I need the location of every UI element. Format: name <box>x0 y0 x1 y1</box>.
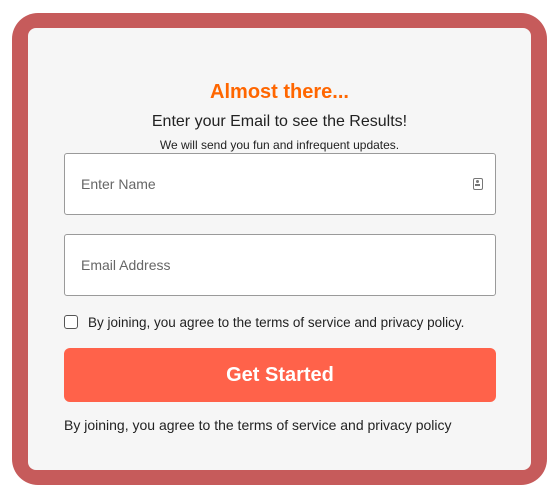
name-input[interactable] <box>64 153 496 215</box>
subheadline: Enter your Email to see the Results! <box>151 113 408 130</box>
consent-checkbox[interactable] <box>64 315 78 329</box>
consent-label: By joining, you agree to the terms of se… <box>88 314 465 330</box>
terms-footer-text: By joining, you agree to the terms of se… <box>64 417 452 433</box>
signup-card: Almost there... Enter your Email to see … <box>28 28 531 470</box>
consent-row[interactable]: By joining, you agree to the terms of se… <box>64 314 464 330</box>
signup-popup-frame: Almost there... Enter your Email to see … <box>12 13 547 485</box>
contact-card-icon <box>473 178 483 190</box>
email-input[interactable] <box>64 234 496 296</box>
headline: Almost there... <box>210 81 349 103</box>
updates-note: We will send you fun and infrequent upda… <box>159 138 400 152</box>
get-started-button[interactable]: Get Started <box>64 348 496 402</box>
